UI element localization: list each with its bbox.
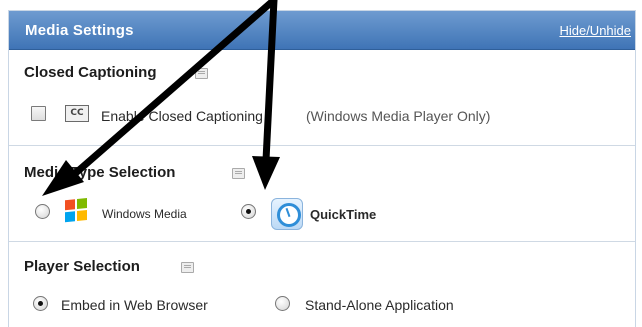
help-icon[interactable] [195,68,208,79]
closed-captioning-heading: Closed Captioning [24,64,157,81]
panel-header: Media Settings Hide/Unhide [9,11,635,50]
embed-web-browser-label[interactable]: Embed in Web Browser [61,297,208,313]
closed-caption-icon: CC [65,105,89,122]
closed-captioning-note: (Windows Media Player Only) [306,108,491,124]
panel-title: Media Settings [25,22,134,39]
media-type-section: Media Type Selection Windows Media Quick… [9,146,635,242]
windows-media-radio[interactable] [35,204,50,219]
quicktime-logo-icon [271,198,303,230]
hide-unhide-link[interactable]: Hide/Unhide [559,23,631,38]
stand-alone-application-radio[interactable] [275,296,290,311]
closed-captioning-checkbox[interactable] [31,106,46,121]
quicktime-radio[interactable] [241,204,256,219]
media-settings-panel: Media Settings Hide/Unhide Closed Captio… [8,10,636,327]
media-type-heading: Media Type Selection [24,164,176,181]
help-icon[interactable] [232,168,245,179]
windows-media-label[interactable]: Windows Media [102,207,187,221]
embed-web-browser-radio[interactable] [33,296,48,311]
closed-captioning-label[interactable]: Enable Closed Captioning [101,108,263,124]
stand-alone-application-label[interactable]: Stand-Alone Application [305,297,454,313]
help-icon[interactable] [181,262,194,273]
closed-captioning-section: Closed Captioning CC Enable Closed Capti… [9,50,635,146]
windows-logo-icon [65,197,89,225]
player-selection-section: Player Selection Embed in Web Browser St… [9,242,635,327]
quicktime-label[interactable]: QuickTime [310,207,376,222]
player-selection-heading: Player Selection [24,258,140,275]
